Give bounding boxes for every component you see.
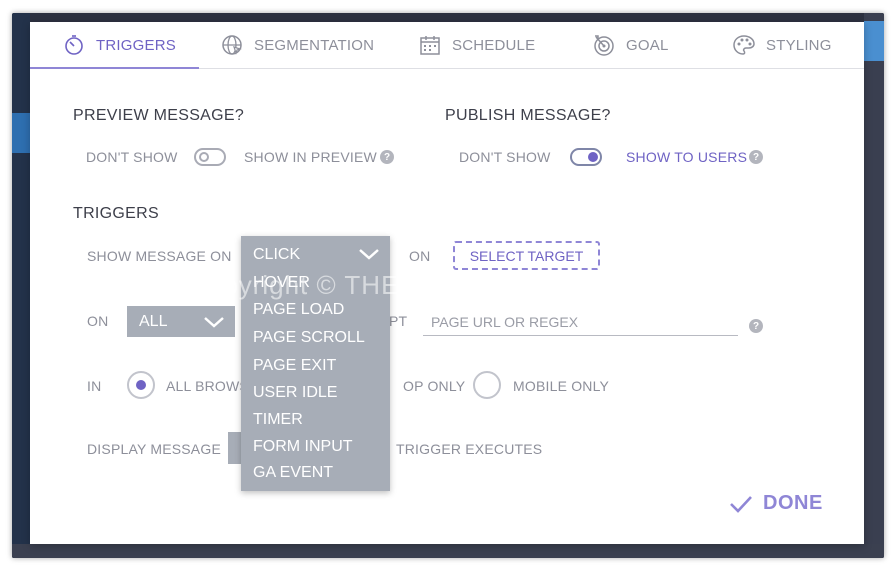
url-help-icon[interactable]: ? xyxy=(749,319,763,333)
tab-label: TRIGGERS xyxy=(96,36,176,54)
palette-icon xyxy=(733,35,755,55)
tab-label: STYLING xyxy=(766,36,832,54)
trigger-executes-label: TRIGGER EXECUTES xyxy=(396,441,543,457)
tab-label: SEGMENTATION xyxy=(254,36,375,54)
publish-off-label: DON'T SHOW xyxy=(459,149,551,165)
menu-item-timer[interactable]: TIMER xyxy=(253,411,303,429)
select-target-button[interactable]: SELECT TARGET xyxy=(453,241,600,270)
publish-toggle[interactable] xyxy=(570,148,602,166)
menu-item-page-exit[interactable]: PAGE EXIT xyxy=(253,357,336,375)
tab-schedule[interactable]: SCHEDULE xyxy=(418,31,535,59)
page-scope-value: ALL xyxy=(139,312,168,330)
publish-on-label: SHOW TO USERS xyxy=(626,149,748,165)
app-bottom-bar xyxy=(12,544,884,558)
except-label-fragment: PT xyxy=(389,313,408,329)
chevron-down-icon xyxy=(359,249,379,260)
calendar-icon xyxy=(420,36,440,55)
publish-help-icon[interactable]: ? xyxy=(749,150,763,164)
tab-label: GOAL xyxy=(626,36,669,54)
tab-triggers[interactable]: TRIGGERS xyxy=(62,31,176,59)
tab-goal[interactable]: GOAL xyxy=(592,31,668,59)
sidebar-highlight xyxy=(12,113,30,153)
checkmark-icon xyxy=(730,495,752,513)
tab-label: SCHEDULE xyxy=(452,36,536,54)
triggers-title: TRIGGERS xyxy=(73,205,159,222)
tab-bar: TRIGGERS SEGMENTATION SCHEDULE GOAL STYL… xyxy=(30,22,864,69)
page-scope-dropdown[interactable]: ALL xyxy=(127,306,235,337)
pages-on-label: ON xyxy=(87,313,109,329)
app-right-edge xyxy=(864,13,884,558)
trigger-settings-modal: TRIGGERS SEGMENTATION SCHEDULE GOAL STYL… xyxy=(30,22,864,544)
trigger-event-dropdown[interactable]: CLICK HOVER PAGE LOAD PAGE SCROLL PAGE E… xyxy=(241,236,390,491)
active-tab-indicator xyxy=(30,67,199,69)
trigger-event-value: CLICK xyxy=(253,246,301,263)
trigger-event-selected[interactable]: CLICK xyxy=(241,236,390,274)
publish-title: PUBLISH MESSAGE? xyxy=(445,107,611,124)
menu-item-hover[interactable]: HOVER xyxy=(253,274,310,292)
chevron-down-icon xyxy=(204,316,224,328)
preview-title: PREVIEW MESSAGE? xyxy=(73,107,245,124)
app-sidebar xyxy=(12,13,30,558)
tab-styling[interactable]: STYLING xyxy=(732,31,832,59)
mobile-only-radio[interactable] xyxy=(473,371,501,399)
globe-icon xyxy=(222,35,242,55)
all-browsers-label: ALL BROWS xyxy=(166,378,249,394)
done-label: DONE xyxy=(763,492,823,514)
done-button[interactable]: DONE xyxy=(729,492,823,515)
menu-item-ga-event[interactable]: GA EVENT xyxy=(253,464,333,482)
in-label: IN xyxy=(87,378,102,394)
target-icon xyxy=(594,35,614,56)
preview-toggle[interactable] xyxy=(194,148,226,166)
stopwatch-icon xyxy=(65,35,83,55)
preview-on-label: SHOW IN PREVIEW xyxy=(244,149,377,165)
menu-item-page-load[interactable]: PAGE LOAD xyxy=(253,301,344,319)
menu-item-user-idle[interactable]: USER IDLE xyxy=(253,384,337,402)
on-target-label: ON xyxy=(409,248,431,264)
right-edge-highlight xyxy=(864,21,884,61)
show-message-on-label: SHOW MESSAGE ON xyxy=(87,248,232,264)
mobile-only-label: MOBILE ONLY xyxy=(513,378,610,394)
desktop-only-label: OP ONLY xyxy=(403,378,466,394)
display-message-label: DISPLAY MESSAGE xyxy=(87,441,221,457)
menu-item-page-scroll[interactable]: PAGE SCROLL xyxy=(253,329,365,347)
page-url-input[interactable] xyxy=(423,308,738,336)
tab-segmentation[interactable]: SEGMENTATION xyxy=(220,31,374,59)
toggle-knob xyxy=(199,152,209,162)
all-browsers-radio[interactable] xyxy=(127,371,155,399)
preview-off-label: DON'T SHOW xyxy=(86,149,178,165)
menu-item-form-input[interactable]: FORM INPUT xyxy=(253,438,353,456)
preview-help-icon[interactable]: ? xyxy=(380,150,394,164)
toggle-knob xyxy=(588,152,598,162)
